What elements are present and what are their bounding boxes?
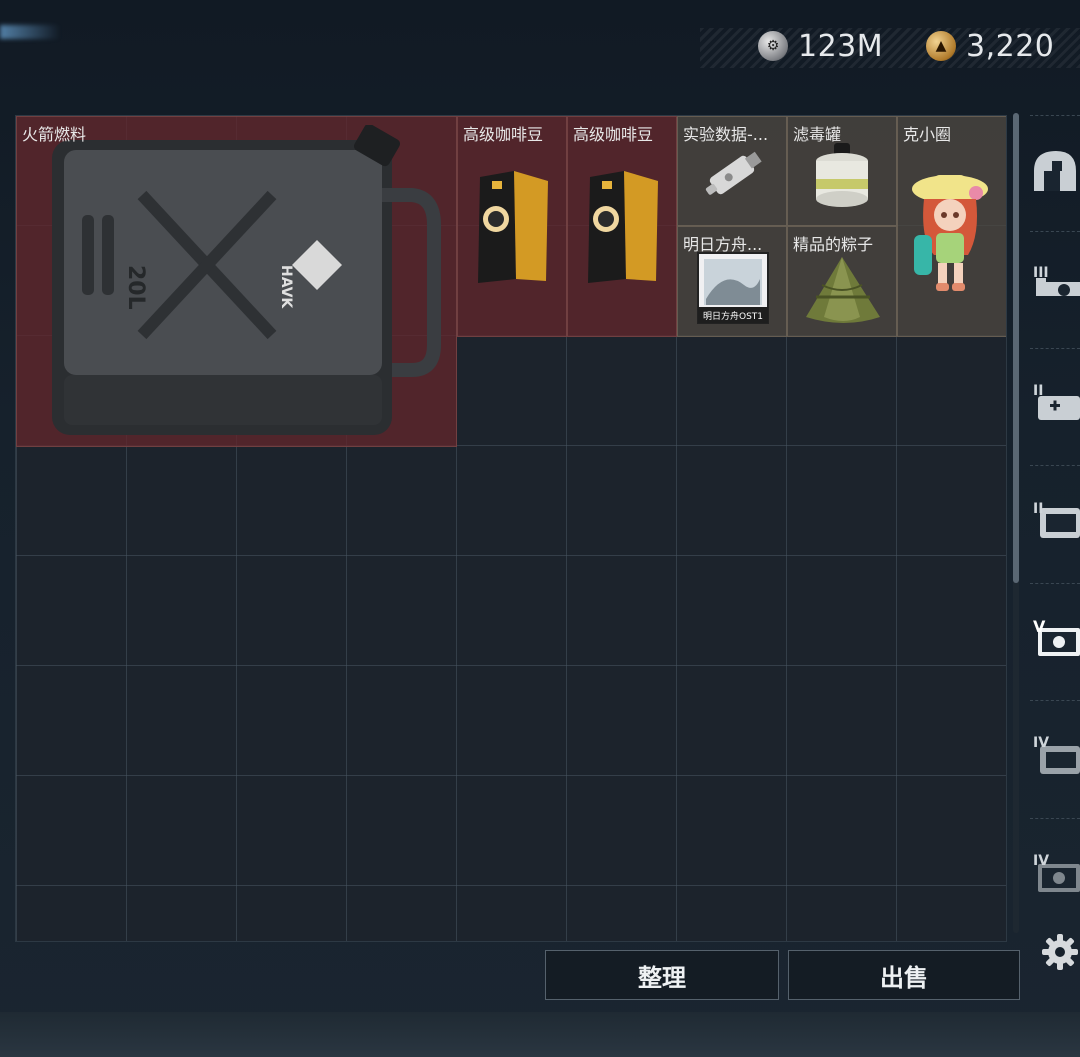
usb-drive-icon xyxy=(705,151,762,195)
item-label: 克小圈 xyxy=(903,125,952,144)
item-zongzi[interactable]: 精品的粽子 xyxy=(787,226,897,337)
sort-button[interactable]: 整理 xyxy=(545,950,779,1000)
settings-gear-icon[interactable] xyxy=(1040,932,1080,972)
side-tab-backpack[interactable]: II xyxy=(1030,467,1080,571)
item-premium-coffee-2[interactable]: 高级咖啡豆 xyxy=(567,116,677,337)
item-music-album[interactable]: 明日方舟OST1 明日方舟... xyxy=(677,226,787,337)
stash-scrollbar[interactable] xyxy=(1013,113,1019,933)
gas-filter-icon xyxy=(816,143,868,207)
scrollbar-thumb[interactable] xyxy=(1013,113,1019,583)
ambient-light xyxy=(0,25,60,39)
gold-amount: 3,220 xyxy=(966,28,1055,64)
gold-coin-icon: ▲ xyxy=(926,31,956,61)
tier-label: II xyxy=(1033,383,1044,399)
can-capacity-text: 20L xyxy=(123,265,148,310)
item-label: 高级咖啡豆 xyxy=(463,125,544,144)
stash-grid-panel[interactable]: 20L HAVK 火箭燃料 高级咖啡豆 高级咖啡豆 实验数据-... 滤毒罐 克… xyxy=(15,115,1007,942)
side-tab-medkit[interactable]: II xyxy=(1030,351,1080,455)
side-tab-container[interactable]: IV xyxy=(1030,703,1080,807)
tier-label: V xyxy=(1033,617,1046,636)
tier-label: IV xyxy=(1033,853,1050,869)
sell-button[interactable]: 出售 xyxy=(788,950,1020,1000)
item-label: 精品的粽子 xyxy=(793,235,874,254)
item-experimental-data[interactable]: 实验数据-... xyxy=(677,116,787,226)
can-brand-text: HAVK xyxy=(278,265,294,309)
doll-figure-icon xyxy=(912,175,988,291)
coffee-bag-icon xyxy=(478,171,548,283)
item-rocket-fuel[interactable]: 20L HAVK 火箭燃料 xyxy=(16,116,457,447)
tier-label: IV xyxy=(1033,735,1050,751)
equipment-side-panel: III II II V IV IV xyxy=(1030,115,1080,935)
tier-label: II xyxy=(1033,501,1044,517)
bottom-strip xyxy=(0,1012,1080,1057)
item-label: 高级咖啡豆 xyxy=(573,125,654,144)
silver-coin-icon: ⚙ xyxy=(758,31,788,61)
coffee-bag-icon xyxy=(588,171,658,283)
tier-label: III xyxy=(1033,265,1049,281)
silver-currency: ⚙ 123M xyxy=(758,24,883,68)
gold-currency: ▲ 3,220 xyxy=(926,24,1054,68)
music-album-icon: 明日方舟OST1 xyxy=(697,252,769,324)
fuel-jerrycan-icon: 20L HAVK xyxy=(52,125,441,435)
side-tab-rifle[interactable]: III xyxy=(1030,233,1080,337)
item-doll-figure[interactable]: 克小圈 xyxy=(897,116,1006,337)
side-tab-helmet[interactable] xyxy=(1030,120,1080,224)
item-label: 实验数据-... xyxy=(683,125,769,144)
side-tab-safe-box[interactable]: V xyxy=(1030,585,1080,689)
side-tab-safe-box-2[interactable]: IV xyxy=(1030,821,1080,925)
helmet-icon xyxy=(1034,151,1076,191)
item-premium-coffee-1[interactable]: 高级咖啡豆 xyxy=(457,116,567,337)
zongzi-icon xyxy=(806,257,880,323)
item-label: 火箭燃料 xyxy=(22,125,87,144)
album-cover-text: 明日方舟OST1 xyxy=(703,310,763,322)
item-label: 明日方舟... xyxy=(683,235,763,254)
item-gas-filter[interactable]: 滤毒罐 xyxy=(787,116,897,226)
item-label: 滤毒罐 xyxy=(793,125,842,144)
silver-amount: 123M xyxy=(798,28,884,64)
